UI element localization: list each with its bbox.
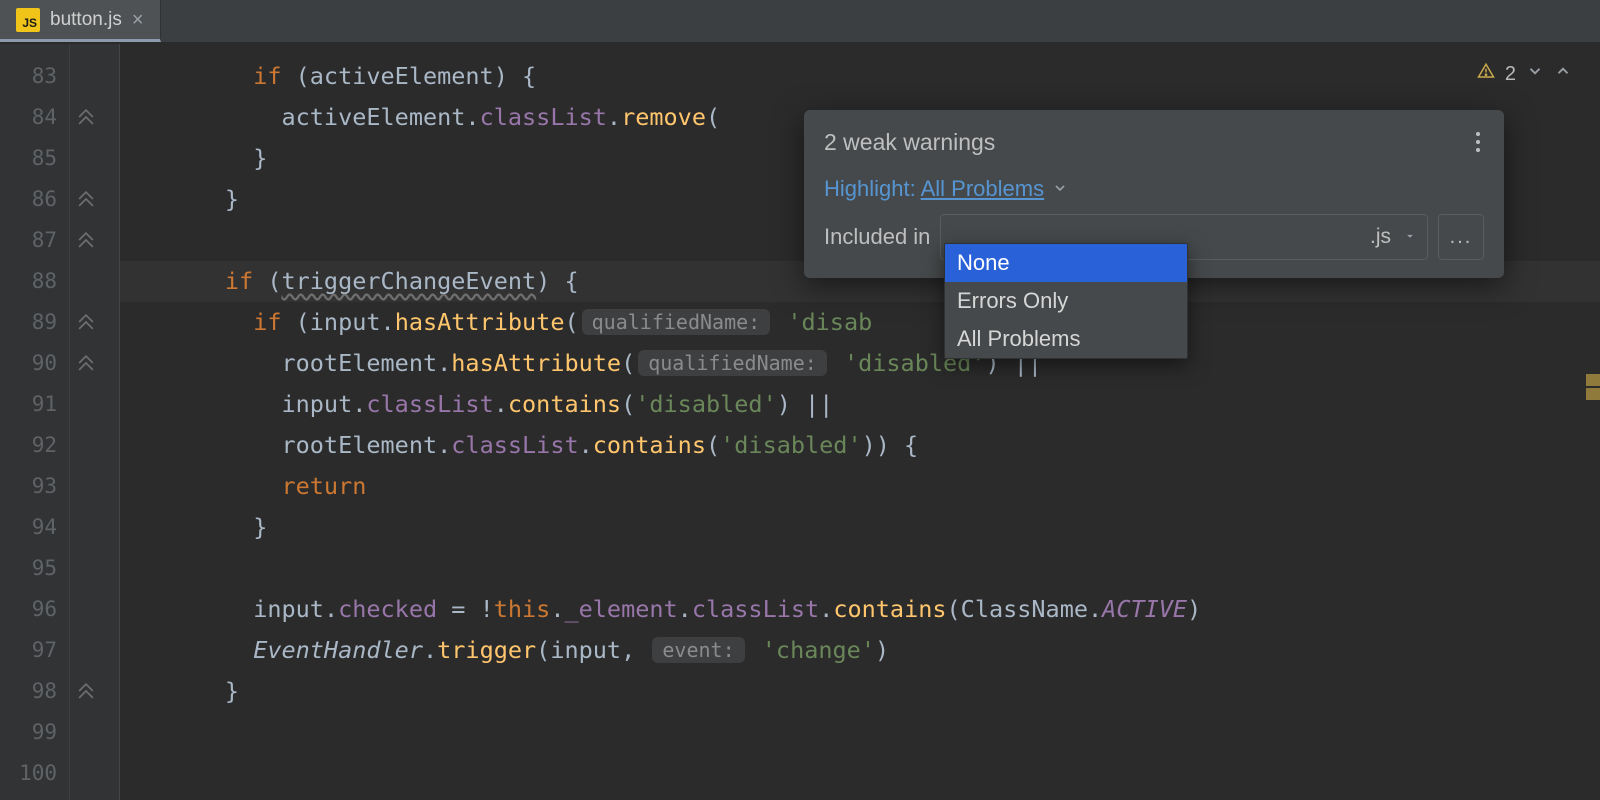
line-number: 87: [0, 220, 69, 261]
inlay-hint: qualifiedName:: [638, 350, 827, 376]
dropdown-option[interactable]: None: [945, 244, 1187, 282]
highlight-dropdown-list[interactable]: NoneErrors OnlyAll Problems: [944, 243, 1188, 359]
line-number: 90: [0, 343, 69, 384]
code-line[interactable]: EventHandler.trigger(input, event: 'chan…: [120, 630, 1600, 671]
line-number: 88: [0, 261, 69, 302]
warning-icon: [1477, 54, 1495, 95]
highlight-value: All Problems: [921, 176, 1044, 201]
code-line[interactable]: rootElement.classList.contains('disabled…: [120, 425, 1600, 466]
line-number: 95: [0, 548, 69, 589]
problems-count: 2: [1505, 54, 1516, 95]
kebab-menu-icon[interactable]: [1472, 128, 1484, 156]
line-number: 83: [0, 56, 69, 97]
chevron-down-icon[interactable]: [1052, 176, 1068, 202]
code-line[interactable]: if (input.hasAttribute(qualifiedName: 'd…: [120, 302, 1600, 343]
fold-toggle-icon[interactable]: [78, 314, 94, 330]
line-number: 100: [0, 753, 69, 794]
error-stripe[interactable]: [1586, 44, 1600, 800]
editor-tab-active[interactable]: JS button.js ×: [0, 0, 161, 42]
code-line[interactable]: }: [120, 671, 1600, 712]
warning-marker[interactable]: [1586, 374, 1600, 386]
line-number: 98: [0, 671, 69, 712]
code-line[interactable]: [120, 548, 1600, 589]
dropdown-option[interactable]: Errors Only: [945, 282, 1187, 320]
line-number: 94: [0, 507, 69, 548]
browse-button[interactable]: ...: [1438, 214, 1484, 260]
included-in-label: Included in: [824, 224, 930, 250]
editor-tab-bar: JS button.js ×: [0, 0, 1600, 44]
code-line[interactable]: rootElement.hasAttribute(qualifiedName: …: [120, 343, 1600, 384]
line-number: 84: [0, 97, 69, 138]
tab-title: button.js: [50, 9, 122, 31]
code-line[interactable]: }: [120, 507, 1600, 548]
line-number: 93: [0, 466, 69, 507]
fold-toggle-icon[interactable]: [78, 355, 94, 371]
fold-toggle-icon[interactable]: [78, 232, 94, 248]
problems-widget[interactable]: 2: [1477, 54, 1572, 95]
code-line[interactable]: input.checked = !this._element.classList…: [120, 589, 1600, 630]
line-number: 97: [0, 630, 69, 671]
highlight-dropdown[interactable]: Highlight: All Problems: [824, 176, 1044, 202]
fold-toggle-icon[interactable]: [78, 683, 94, 699]
popup-title: 2 weak warnings: [824, 129, 995, 156]
inlay-hint: event:: [652, 637, 744, 663]
line-number-gutter: 8384858687888990919293949596979899100: [0, 44, 70, 800]
scope-file-suffix: .js: [1370, 225, 1391, 249]
line-number: 91: [0, 384, 69, 425]
close-icon[interactable]: ×: [132, 10, 144, 30]
code-line[interactable]: return: [120, 466, 1600, 507]
code-line[interactable]: if (activeElement) {: [120, 56, 1600, 97]
highlight-label: Highlight:: [824, 176, 916, 201]
fold-gutter: [70, 44, 120, 800]
chevron-up-icon[interactable]: [1554, 54, 1572, 95]
warning-marker[interactable]: [1586, 388, 1600, 400]
js-file-icon: JS: [16, 8, 40, 32]
fold-toggle-icon[interactable]: [78, 109, 94, 125]
line-number: 89: [0, 302, 69, 343]
dropdown-option[interactable]: All Problems: [945, 320, 1187, 358]
chevron-down-icon[interactable]: [1526, 54, 1544, 95]
fold-toggle-icon[interactable]: [78, 191, 94, 207]
line-number: 92: [0, 425, 69, 466]
line-number: 85: [0, 138, 69, 179]
line-number: 86: [0, 179, 69, 220]
line-number: 99: [0, 712, 69, 753]
line-number: 96: [0, 589, 69, 630]
inlay-hint: qualifiedName:: [582, 309, 771, 335]
code-line[interactable]: input.classList.contains('disabled') ||: [120, 384, 1600, 425]
chevron-down-icon: [1403, 225, 1417, 249]
code-line[interactable]: [120, 712, 1600, 753]
